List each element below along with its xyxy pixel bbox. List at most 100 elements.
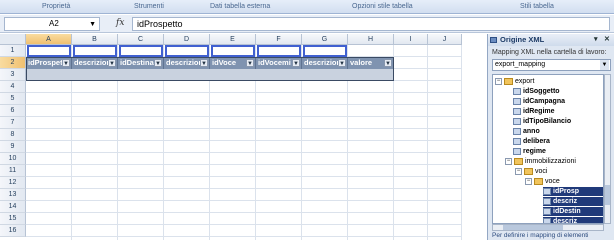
row-header-15[interactable]: 15 — [0, 213, 26, 225]
scrollbar-thumb[interactable] — [503, 225, 563, 230]
row-header-1[interactable]: 1 — [0, 45, 26, 57]
tree-node[interactable]: anno — [513, 127, 540, 136]
tree-node-subgroup[interactable]: − voci — [515, 167, 547, 176]
row-header-13[interactable]: 13 — [0, 189, 26, 201]
column-header-e[interactable]: E — [210, 34, 256, 45]
formula-input[interactable]: idProspetto — [132, 17, 610, 31]
grid-row-line — [26, 152, 462, 153]
tree-node-leaf[interactable]: idDestin — [543, 207, 603, 216]
tree-node[interactable]: idSoggetto — [513, 87, 560, 96]
function-icon[interactable]: fx — [116, 18, 124, 28]
mapping-select-value: export_mapping — [495, 61, 546, 68]
element-icon — [513, 117, 521, 125]
tree-horizontal-scrollbar[interactable] — [492, 224, 604, 231]
spreadsheet-grid[interactable]: ABCDEFGHIJ 1 2 3 4 5 6 7 8 9 10 11 12 13 14 15 16 idPro… — [0, 34, 486, 240]
tree-node-leaf[interactable]: descriz — [543, 217, 603, 223]
collapse-icon[interactable]: − — [495, 77, 502, 85]
tree-node-leaf[interactable]: idProsp — [543, 187, 603, 196]
pane-footer-text: Per definire i mapping di elementi — [492, 232, 589, 239]
mapped-cell-outline[interactable] — [27, 45, 71, 57]
column-header-i[interactable]: I — [394, 34, 428, 45]
folder-icon — [514, 157, 523, 165]
row-header-3[interactable]: 3 — [0, 69, 26, 81]
element-icon — [543, 197, 551, 205]
select-all-corner[interactable] — [0, 34, 26, 45]
element-icon — [513, 137, 521, 145]
row-header-10[interactable]: 10 — [0, 153, 26, 165]
tree-node[interactable]: regime — [513, 147, 546, 156]
tree-node[interactable]: idCampagna — [513, 97, 565, 106]
grid-row-line — [26, 128, 462, 129]
row-header-14[interactable]: 14 — [0, 201, 26, 213]
mapped-cell-outline[interactable] — [257, 45, 301, 57]
ribbon-group-properties: Proprietà — [42, 3, 71, 10]
element-icon — [513, 97, 521, 105]
mapped-cell-outline[interactable] — [119, 45, 163, 57]
row-header-6[interactable]: 6 — [0, 105, 26, 117]
mapped-cell-outline[interactable] — [165, 45, 209, 57]
element-icon — [513, 127, 521, 135]
pane-title-bar: Origine XML ▾ ✕ — [488, 34, 614, 46]
row-header-12[interactable]: 12 — [0, 177, 26, 189]
tree-node-leaf[interactable]: descriz — [543, 197, 603, 206]
tree-node-group[interactable]: − immobilizzazioni — [505, 157, 576, 166]
collapse-icon[interactable]: − — [505, 157, 512, 165]
mapping-select[interactable]: export_mapping ▼ — [492, 59, 611, 71]
chevron-down-icon[interactable]: ▼ — [600, 60, 609, 70]
grid-row-line — [26, 236, 462, 237]
xml-tree[interactable]: − export idSoggetto idCampagna idRegime i… — [492, 74, 604, 224]
ribbon-group-external-data: Dati tabella esterna — [210, 3, 271, 10]
element-icon — [513, 107, 521, 115]
tree-node[interactable]: idRegime — [513, 107, 555, 116]
column-header-d[interactable]: D — [164, 34, 210, 45]
collapse-icon[interactable]: − — [515, 167, 522, 175]
pane-options-icon[interactable]: ▾ — [594, 34, 598, 46]
ribbon-group-tools: Strumenti — [134, 3, 164, 10]
tree-vertical-scrollbar[interactable] — [604, 74, 611, 224]
column-header-h[interactable]: H — [348, 34, 394, 45]
column-header-f[interactable]: F — [256, 34, 302, 45]
close-icon[interactable]: ✕ — [604, 34, 610, 46]
mapped-cell-outline[interactable] — [73, 45, 117, 57]
name-box[interactable]: A2 ▼ — [4, 17, 100, 31]
folder-icon — [534, 177, 543, 185]
row-header-4[interactable]: 4 — [0, 81, 26, 93]
pane-title: Origine XML — [500, 35, 545, 44]
mapped-cell-outline[interactable] — [211, 45, 255, 57]
row-header-5[interactable]: 5 — [0, 93, 26, 105]
table-border — [26, 57, 394, 81]
grid-row-line — [26, 164, 462, 165]
tree-node[interactable]: idTipoBilancio — [513, 117, 571, 126]
row-header-2[interactable]: 2 — [0, 57, 26, 69]
column-header-g[interactable]: G — [302, 34, 348, 45]
ribbon-group-labels: Proprietà Strumenti Dati tabella esterna… — [0, 0, 614, 14]
column-header-j[interactable]: J — [428, 34, 462, 45]
column-header-a[interactable]: A — [26, 34, 72, 45]
grid-row-line — [26, 140, 462, 141]
row-header-16[interactable]: 16 — [0, 225, 26, 237]
row-header-7[interactable]: 7 — [0, 117, 26, 129]
grid-column-line — [427, 45, 428, 240]
column-header-b[interactable]: B — [72, 34, 118, 45]
mapping-label: Mapping XML nella cartella di lavoro: — [492, 49, 607, 56]
element-icon — [543, 207, 551, 215]
row-header-11[interactable]: 11 — [0, 165, 26, 177]
grid-row-line — [26, 176, 462, 177]
tree-node-item[interactable]: − voce — [525, 177, 560, 186]
row-header-8[interactable]: 8 — [0, 129, 26, 141]
grid-row-line — [26, 224, 462, 225]
chevron-down-icon[interactable]: ▼ — [89, 19, 96, 31]
collapse-icon[interactable]: − — [525, 177, 532, 185]
row-header-9[interactable]: 9 — [0, 141, 26, 153]
mapped-cell-outline[interactable] — [303, 45, 347, 57]
scrollbar-thumb[interactable] — [605, 185, 610, 205]
column-header-c[interactable]: C — [118, 34, 164, 45]
grid-column-line — [461, 45, 462, 240]
grid-row-line — [26, 92, 462, 93]
grid-row-line — [26, 212, 462, 213]
ribbon-group-table-styles: Stili tabella — [520, 3, 554, 10]
ribbon-group-style-options: Opzioni stile tabella — [352, 3, 413, 10]
tree-node-root[interactable]: − export — [495, 77, 534, 86]
element-icon — [513, 147, 521, 155]
tree-node[interactable]: delibera — [513, 137, 550, 146]
